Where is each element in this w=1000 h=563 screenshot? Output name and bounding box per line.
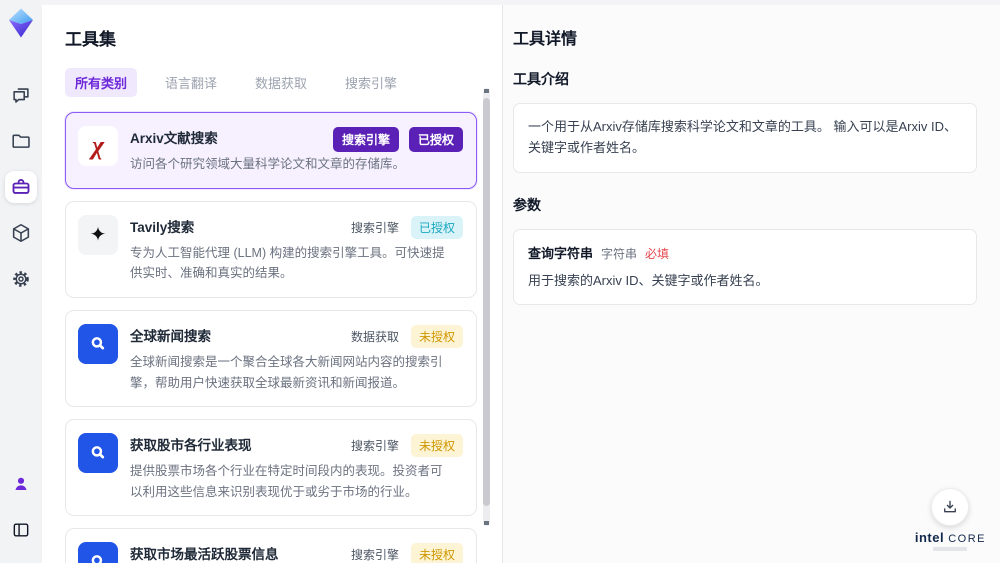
param-required-badge: 必填 — [645, 246, 670, 261]
category-tab[interactable]: 搜索引擎 — [335, 68, 407, 97]
folder-icon — [10, 130, 32, 152]
category-badge: 数据获取 — [350, 329, 399, 344]
details-title: 工具详情 — [513, 31, 578, 48]
search-app-icon — [78, 433, 118, 473]
panel-toggle-icon — [11, 520, 31, 540]
auth-status-badge: 已授权 — [410, 215, 463, 239]
sidebar-item-settings[interactable] — [5, 263, 37, 295]
floating-corner: intel CORE — [915, 488, 986, 551]
auth-status-badge: 已授权 — [408, 127, 463, 152]
tool-card[interactable]: χ ✦ 全球新闻搜索 全球新闻搜索是一个聚合全球各大新闻网站内容的搜索引擎，帮助… — [65, 309, 477, 408]
search-app-icon — [78, 324, 118, 364]
auth-status-badge: 未授权 — [410, 543, 463, 563]
tool-icon: χ ✦ — [78, 323, 118, 364]
tool-badges: 数据获取 未授权 — [349, 324, 463, 348]
gear-icon — [10, 268, 32, 290]
sidebar-item-plugins[interactable] — [5, 217, 37, 249]
category-tabs: 所有类别 语言翻译 数据获取 搜索引擎 — [65, 68, 477, 97]
tool-card[interactable]: χ ✦ 获取市场最活跃股票信息 提供当天交易量最高的股票列表。投资者可以利用这些… — [65, 528, 477, 563]
intel-core-logo: intel CORE — [915, 530, 986, 551]
tool-badges: 搜索引擎 已授权 — [332, 127, 463, 152]
scroll-down-arrow[interactable] — [484, 521, 489, 525]
arxiv-logo-icon: χ — [91, 131, 105, 160]
core-brand-text: CORE — [948, 533, 986, 545]
list-scrollbar[interactable] — [483, 88, 490, 526]
tool-icon: χ ✦ — [78, 433, 118, 474]
intro-heading: 工具介绍 — [513, 71, 569, 87]
tool-badges: 搜索引擎 未授权 — [349, 434, 463, 458]
tool-icon: χ ✦ — [78, 126, 118, 166]
param-name: 查询字符串 — [528, 245, 594, 261]
details-panel: 工具详情 工具介绍 一个用于从Arxiv存储库搜索科学论文和文章的工具。 输入可… — [503, 5, 1000, 563]
tool-card[interactable]: χ ✦ Arxiv文献搜索 访问各个研究领域大量科学论文和文章的存储库。 — [65, 112, 477, 189]
chat-bubbles-icon — [10, 84, 32, 106]
category-badge: 搜索引擎 — [350, 220, 399, 235]
download-button[interactable] — [931, 488, 970, 526]
tool-description: 访问各个研究领域大量科学论文和文章的存储库。 — [130, 157, 406, 171]
sidebar-item-chat[interactable] — [5, 79, 37, 111]
tool-description: 提供股票市场各个行业在特定时间段内的表现。投资者可以利用这些信息来识别表现优于或… — [130, 464, 443, 499]
tools-panel: 工具集 所有类别 语言翻译 数据获取 搜索引擎 χ ✦ — [42, 5, 502, 563]
download-icon — [941, 498, 959, 516]
sidebar-item-toolbox[interactable] — [5, 171, 37, 203]
tool-list: χ ✦ Arxiv文献搜索 访问各个研究领域大量科学论文和文章的存储库。 — [65, 112, 477, 563]
category-badge: 搜索引擎 — [350, 548, 399, 563]
user-avatar[interactable] — [5, 468, 37, 500]
tool-badges: 搜索引擎 已授权 — [349, 215, 463, 239]
sparkle-icon: ✦ — [89, 224, 107, 247]
param-box: 查询字符串 字符串 必填 用于搜索的Arxiv ID、关键字或作者姓名。 — [513, 228, 977, 306]
tool-card[interactable]: χ ✦ 获取股市各行业表现 提供股票市场各个行业在特定时间段内的表现。投资者可以… — [65, 419, 477, 517]
params-heading: 参数 — [513, 196, 541, 213]
page-title: 工具集 — [65, 30, 116, 49]
category-tab[interactable]: 所有类别 — [65, 68, 138, 97]
category-badge: 搜索引擎 — [350, 439, 399, 454]
intro-text: 一个用于从Arxiv存储库搜索科学论文和文章的工具。 输入可以是Arxiv ID… — [528, 119, 958, 155]
tool-description: 全球新闻搜索是一个聚合全球各大新闻网站内容的搜索引擎，帮助用户快速获取全球最新资… — [130, 354, 443, 390]
scroll-up-arrow[interactable] — [484, 89, 489, 93]
tool-description: 专为人工智能代理 (LLM) 构建的搜索引擎工具。可快速提供实时、准确和真实的结… — [130, 245, 445, 281]
category-tab[interactable]: 语言翻译 — [155, 68, 227, 97]
category-badge: 搜索引擎 — [332, 127, 399, 152]
sidebar-rail — [0, 0, 42, 563]
param-description: 用于搜索的Arxiv ID、关键字或作者姓名。 — [528, 272, 769, 288]
tool-badges: 搜索引擎 未授权 — [349, 543, 463, 563]
briefcase-icon — [10, 176, 32, 198]
search-app-icon — [78, 542, 118, 563]
user-icon — [11, 474, 31, 494]
tool-icon: χ ✦ — [78, 542, 118, 563]
scrollbar-thumb[interactable] — [483, 98, 490, 506]
sidebar-item-files[interactable] — [5, 125, 37, 157]
tool-icon: χ ✦ — [78, 214, 118, 255]
auth-status-badge: 未授权 — [410, 434, 463, 458]
intro-box: 一个用于从Arxiv存储库搜索科学论文和文章的工具。 输入可以是Arxiv ID… — [513, 103, 977, 173]
category-tab[interactable]: 数据获取 — [245, 68, 317, 97]
intel-logo-subbar — [933, 547, 968, 551]
param-type: 字符串 — [601, 246, 638, 261]
intel-brand-text: intel — [914, 530, 945, 545]
tool-card[interactable]: χ ✦ Tavily搜索 专为人工智能代理 (LLM) 构建的搜索引擎工具。可快… — [65, 200, 477, 298]
cube-icon — [10, 222, 32, 244]
app-logo-crystal-icon — [8, 8, 34, 38]
auth-status-badge: 未授权 — [410, 324, 463, 348]
collapse-panel-button[interactable] — [5, 514, 37, 546]
